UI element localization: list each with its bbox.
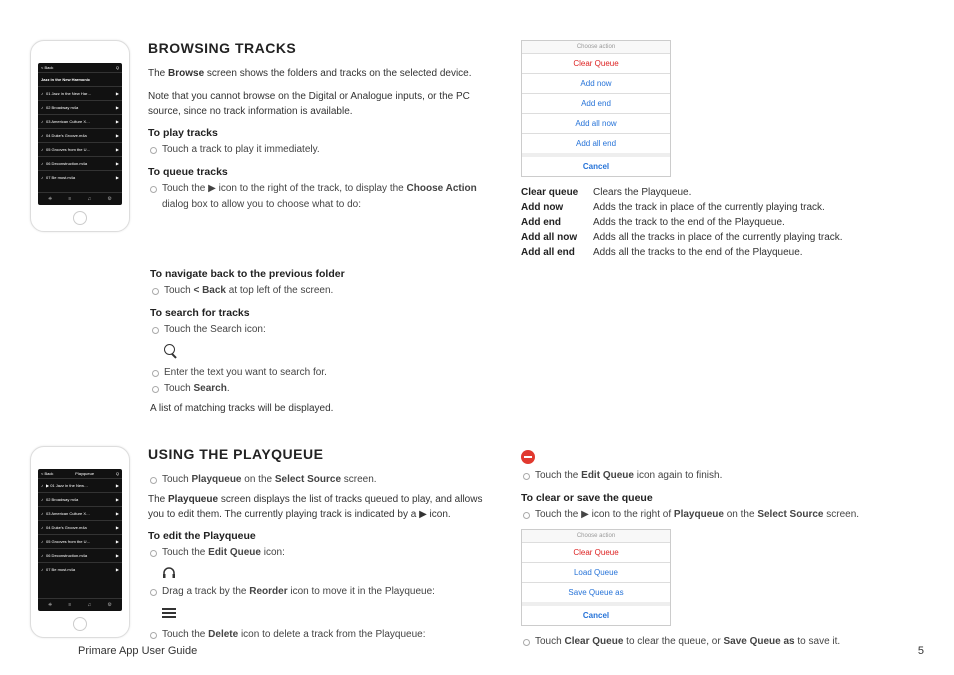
play-icon: ▶	[581, 509, 589, 520]
phone-back: < Back	[41, 65, 53, 70]
browse-note: Note that you cannot browse on the Digit…	[148, 89, 493, 119]
popup-option[interactable]: Add all now	[522, 113, 670, 133]
phone-mock-browse: < BackQ Jazz in the New Harmonic ♪01 Jaz…	[30, 40, 130, 232]
clear-save-popup: Choose action Clear QueueLoad QueueSave …	[521, 529, 671, 626]
search-step3: Touch Search.	[150, 381, 495, 397]
popup-option[interactable]: Clear Queue	[522, 53, 670, 73]
clearsave-step: Touch the ▶ icon to the right of Playque…	[521, 507, 924, 523]
subhead-editpq: To edit the Playqueue	[148, 530, 493, 542]
definition-row: Add endAdds the track to the end of the …	[521, 215, 924, 230]
subhead-navback: To navigate back to the previous folder	[150, 268, 495, 280]
search-tail: A list of matching tracks will be displa…	[150, 401, 495, 416]
subhead-search: To search for tracks	[150, 307, 495, 319]
phone-title: Jazz in the New Harmonic	[38, 72, 122, 86]
editpq-step: Touch the Edit Queue icon:	[148, 545, 493, 561]
play-icon: ▶	[419, 509, 427, 520]
subhead-queue: To queue tracks	[148, 166, 493, 178]
phone-back: < Back	[41, 471, 53, 476]
pq-open-step: Touch Playqueue on the Select Source scr…	[148, 472, 493, 488]
choose-action-popup: Choose action Clear QueueAdd nowAdd endA…	[521, 40, 671, 177]
reorder-step: Drag a track by the Reorder icon to move…	[148, 584, 493, 600]
pq-desc: The Playqueue screen displays the list o…	[148, 492, 493, 522]
popup-option[interactable]: Add now	[522, 73, 670, 93]
delete-icon	[521, 450, 535, 464]
popup-option[interactable]: Clear Queue	[522, 542, 670, 562]
footer-title: Primare App User Guide	[78, 645, 197, 657]
section-playqueue: < BackPlayqueueQ ♪▶ 01 Jazz in the New…▶…	[30, 446, 924, 654]
heading-playqueue: USING THE PLAYQUEUE	[148, 446, 493, 462]
definition-row: Add all endAdds all the tracks to the en…	[521, 245, 924, 260]
popup-option[interactable]: Add all end	[522, 133, 670, 153]
search-step2: Enter the text you want to search for.	[150, 365, 495, 381]
queue-step: Touch the ▶ icon to the right of the tra…	[148, 181, 493, 213]
search-step1: Touch the Search icon:	[150, 322, 495, 338]
navback-step: Touch < Back at top left of the screen.	[150, 283, 495, 299]
phone-mock-playqueue: < BackPlayqueueQ ♪▶ 01 Jazz in the New…▶…	[30, 446, 130, 638]
definition-row: Add nowAdds the track in place of the cu…	[521, 200, 924, 215]
popup-title: Choose action	[522, 41, 670, 53]
subhead-play: To play tracks	[148, 127, 493, 139]
page-footer: Primare App User Guide 5	[78, 645, 924, 657]
play-icon: ▶	[208, 183, 216, 194]
edit-queue-icon	[162, 567, 176, 582]
delete-step: Touch the Delete icon to delete a track …	[148, 627, 493, 643]
popup-title: Choose action	[522, 530, 670, 542]
section-browsing: < BackQ Jazz in the New Harmonic ♪01 Jaz…	[30, 40, 924, 416]
popup-option[interactable]: Save Queue as	[522, 582, 670, 602]
search-icon	[164, 344, 178, 358]
definition-row: Add all nowAdds all the tracks in place …	[521, 230, 924, 245]
popup-option[interactable]: Load Queue	[522, 562, 670, 582]
heading-browsing: BROWSING TRACKS	[148, 40, 493, 56]
popup-cancel[interactable]: Cancel	[522, 153, 670, 176]
action-definitions: Clear queueClears the Playqueue.Add nowA…	[521, 185, 924, 260]
finish-step: Touch the Edit Queue icon again to finis…	[521, 468, 924, 484]
browse-intro: The Browse screen shows the folders and …	[148, 66, 493, 81]
subhead-clearsave: To clear or save the queue	[521, 492, 924, 504]
reorder-icon	[162, 606, 176, 620]
footer-page: 5	[918, 645, 924, 657]
popup-option[interactable]: Add end	[522, 93, 670, 113]
play-step: Touch a track to play it immediately.	[148, 142, 493, 158]
popup-cancel[interactable]: Cancel	[522, 602, 670, 625]
definition-row: Clear queueClears the Playqueue.	[521, 185, 924, 200]
